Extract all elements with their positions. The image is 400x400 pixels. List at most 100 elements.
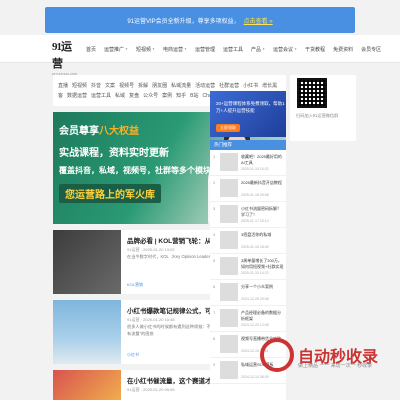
article-thumbnail[interactable] xyxy=(53,370,121,400)
hot-thumbnail[interactable] xyxy=(220,205,238,223)
article-meta: 91运营 · 2025-01-20 13:02 xyxy=(127,247,175,252)
hot-thumbnail[interactable] xyxy=(220,257,238,275)
hot-rank: 6 xyxy=(213,284,216,289)
hot-heading: 热门推荐 xyxy=(210,140,286,150)
hot-list-item[interactable]: 3 小红书流量密码拆解？学习了！ 2025-01-17 15:12 xyxy=(210,202,286,228)
hot-thumbnail[interactable] xyxy=(220,361,238,379)
qr-code-icon[interactable] xyxy=(297,78,327,108)
nav-item-ecommerce[interactable]: 电商运营 ▼ xyxy=(159,35,191,63)
hot-title[interactable]: 产品经理必备的数据分析框架 xyxy=(241,310,284,322)
nav-item-management[interactable]: 运营管理 xyxy=(191,35,219,63)
hot-list-item[interactable]: 4 3招盘活你的私域 2025-01-16 18:40 xyxy=(210,228,286,254)
hot-title[interactable]: 收藏吧！2025最好用的AI工具 xyxy=(241,154,284,166)
chevron-down-icon: ▼ xyxy=(184,47,188,51)
site-header: 91运营 91YUNYING.COM 首页 运营推广 ▼ 短视频 ▼ 电商运营 ▼ 运… xyxy=(0,35,400,76)
hot-date: 2025-01-19 10:32 xyxy=(241,167,269,171)
article-tag[interactable]: 小红书 xyxy=(127,352,139,358)
tag-link[interactable]: 拆解 xyxy=(138,83,148,89)
nav-label: 首页 xyxy=(86,46,97,53)
tag-link[interactable]: 知乎 xyxy=(176,93,186,99)
site-logo[interactable]: 91运营 91YUNYING.COM xyxy=(52,38,80,76)
tag-link[interactable]: 朋友圈 xyxy=(152,83,167,89)
tag-link[interactable]: 社群运营 xyxy=(219,83,239,89)
hot-date: 2025-01-17 15:12 xyxy=(241,219,269,223)
nav-item-product[interactable]: 产品 ▼ xyxy=(247,35,269,63)
tag-link[interactable]: 复盘 xyxy=(129,93,139,99)
announcement-link[interactable]: 点击查看 » xyxy=(244,16,273,25)
tag-link[interactable]: 运营工具 xyxy=(91,93,111,99)
nav-label: 免费资料 xyxy=(333,46,354,53)
tag-link[interactable]: 视频号 xyxy=(119,83,134,89)
hot-thumbnail[interactable] xyxy=(220,153,238,171)
article-thumbnail[interactable] xyxy=(53,230,121,294)
watermark: 自动秒收录 做上精品 一一 来访一次一 秒收录 xyxy=(248,338,398,378)
banner-headline: 会员尊享八大权益 xyxy=(59,122,139,137)
nav-label: 电商运营 xyxy=(163,46,184,53)
hot-thumbnail[interactable] xyxy=(220,231,238,249)
hot-list-item[interactable]: 5 3周单量增长了200万，如何用短视频+社群实现 2025-01-15 14:23 xyxy=(210,254,286,280)
tag-link[interactable]: 短视频 xyxy=(72,83,87,89)
tag-link[interactable]: 文案 xyxy=(105,83,115,89)
banner-headline-b: 八大权益 xyxy=(99,126,139,137)
article-thumbnail[interactable] xyxy=(53,300,121,364)
hot-thumbnail[interactable] xyxy=(220,335,238,353)
right-sidebar: 扫码加入91运营微信群 xyxy=(290,75,356,141)
tag-link[interactable]: 数据运营 xyxy=(67,93,87,99)
nav-label: 干货教程 xyxy=(305,46,326,53)
tag-link[interactable]: 活动运营 xyxy=(195,83,215,89)
announcement-text: 91运营VIP会员全新升级，尊享多项权益， xyxy=(127,18,240,25)
main-nav: 首页 运营推广 ▼ 短视频 ▼ 电商运营 ▼ 运营管理 运营工具 产品 ▼ 运营会议 ▼ … xyxy=(82,35,385,63)
hot-title[interactable]: 分享一个小众案例 xyxy=(241,284,284,296)
nav-item-meetings[interactable]: 运营会议 ▼ xyxy=(269,35,301,63)
hot-list-item[interactable]: 1 收藏吧！2025最好用的AI工具 2025-01-19 10:32 xyxy=(210,150,286,176)
course-ad-card[interactable]: 20+运营课程体系免费领取，帮助1万+人提升运营技能 立即领取 xyxy=(210,91,286,137)
nav-item-home[interactable]: 首页 xyxy=(82,35,100,63)
tag-link[interactable]: 私域 xyxy=(115,93,125,99)
article-meta: 91运营 · 2025-01-20 09:55 xyxy=(127,387,175,392)
nav-item-promotion[interactable]: 运营推广 ▼ xyxy=(100,35,132,63)
nav-label: 运营管理 xyxy=(195,46,216,53)
banner-line-2: 实战课程，资料实时更新 xyxy=(59,148,169,159)
tag-link[interactable]: 直播 xyxy=(58,83,68,89)
chevron-down-icon: ▼ xyxy=(125,47,129,51)
nav-item-tools[interactable]: 运营工具 xyxy=(219,35,247,63)
hot-list-item[interactable]: 6 分享一个小众案例 2024-12-28 20:06 xyxy=(210,280,286,306)
nav-item-short-video[interactable]: 短视频 ▼ xyxy=(132,35,159,63)
nav-item-tutorials[interactable]: 干货教程 xyxy=(301,35,329,63)
hot-thumbnail[interactable] xyxy=(220,309,238,327)
article-tag[interactable]: KOL营销 xyxy=(127,282,143,288)
banner-line-3: 覆盖抖音，私域，视频号，社群等多个模块 xyxy=(59,166,211,175)
hot-title[interactable]: 3招盘活你的私域 xyxy=(241,232,284,244)
hot-list-item[interactable]: 2 2025最新抖音开店教程 2025-01-18 09:08 xyxy=(210,176,286,202)
ad-claim-button[interactable]: 立即领取 xyxy=(216,124,240,132)
watermark-logo-icon xyxy=(260,338,294,372)
hot-title[interactable]: 3周单量增长了200万，如何用短视频+社群实现 xyxy=(241,258,284,270)
hot-list-item[interactable]: 7 产品经理必备的数据分析框架 2024-12-20 12:45 xyxy=(210,306,286,332)
hot-date: 2025-01-16 18:40 xyxy=(241,245,269,249)
banner-headline-a: 会员尊享 xyxy=(59,126,99,137)
chevron-down-icon: ▼ xyxy=(262,47,266,51)
tag-link[interactable]: 私域流量 xyxy=(171,83,191,89)
hot-rank: 7 xyxy=(213,310,216,315)
tag-link[interactable]: 抖音 xyxy=(91,83,101,89)
hot-rank: 2 xyxy=(213,180,216,185)
nav-label: 会员专区 xyxy=(361,46,382,53)
hot-title[interactable]: 小红书流量密码拆解？学习了！ xyxy=(241,206,284,218)
hot-rank: 5 xyxy=(213,258,216,263)
announcement-bar: 91运营VIP会员全新升级，尊享多项权益， 点击查看 » xyxy=(45,7,355,33)
nav-label: 运营推广 xyxy=(104,46,125,53)
nav-item-members[interactable]: 会员专区 xyxy=(357,35,385,63)
hot-thumbnail[interactable] xyxy=(220,283,238,301)
hot-rank: 3 xyxy=(213,206,216,211)
nav-label: 运营工具 xyxy=(223,46,244,53)
chevron-down-icon: ▼ xyxy=(152,47,156,51)
hot-date: 2025-01-18 09:08 xyxy=(241,193,269,197)
tag-link[interactable]: 小红书 xyxy=(243,83,258,89)
hot-thumbnail[interactable] xyxy=(220,179,238,197)
tag-link[interactable]: B站 xyxy=(190,93,198,99)
tag-link[interactable]: 案例 xyxy=(162,93,172,99)
nav-item-free-materials[interactable]: 免费资料 xyxy=(329,35,357,63)
watermark-subtext: 做上精品 一一 来访一次一 秒收录 xyxy=(298,363,373,369)
hot-title[interactable]: 2025最新抖音开店教程 xyxy=(241,180,284,192)
tag-link[interactable]: 公众号 xyxy=(143,93,158,99)
